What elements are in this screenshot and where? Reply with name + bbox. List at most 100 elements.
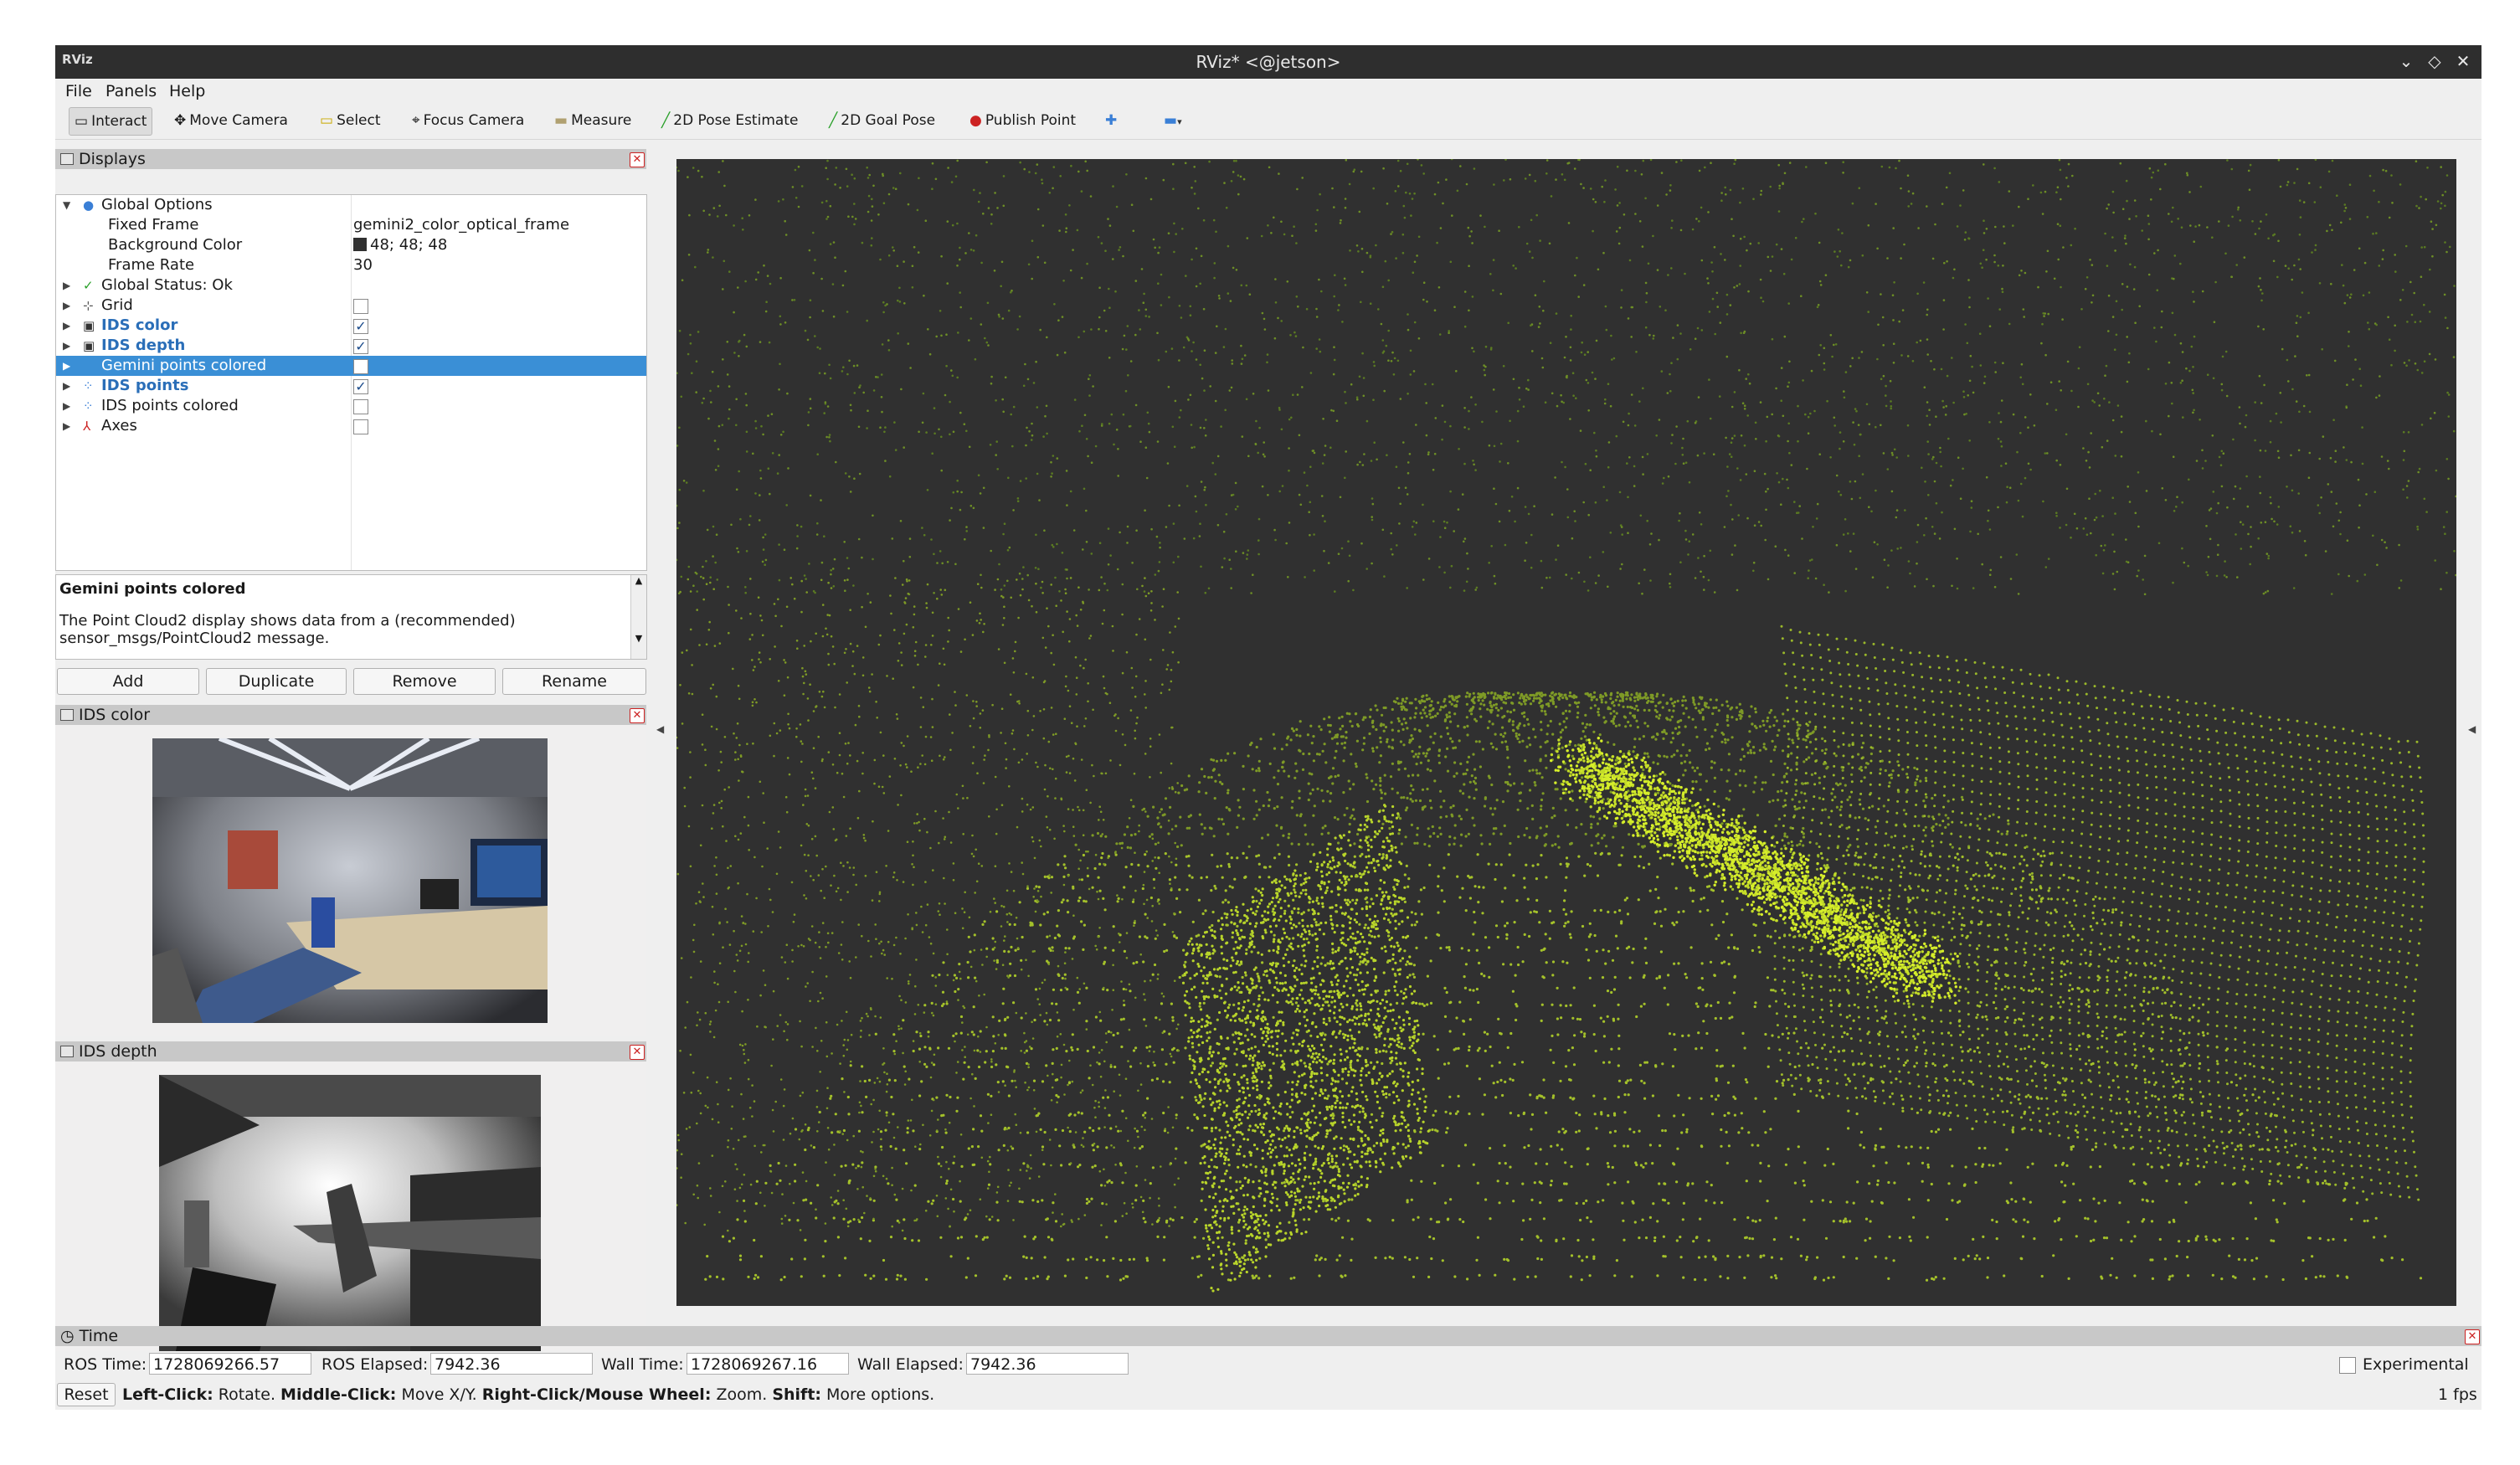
tree-row-frame-rate[interactable]: Frame Rate 30	[56, 255, 646, 275]
hint-right: Zoom.	[711, 1385, 773, 1404]
ros-time-label: ROS Time:	[64, 1355, 147, 1374]
close-icon[interactable]: ✕	[2451, 49, 2475, 73]
tree-row-ids-points[interactable]: ▶ ⁘ IDS points ✓	[56, 376, 646, 396]
interact-button[interactable]: ▭ Interact	[69, 107, 153, 136]
experimental-checkbox[interactable]	[2339, 1357, 2356, 1374]
close-panel-icon[interactable]: ✕	[630, 708, 645, 723]
minus-icon: ▬	[1164, 112, 1178, 129]
collapsed-arrow-icon[interactable]: ▶	[63, 396, 70, 416]
close-panel-icon[interactable]: ✕	[630, 1045, 645, 1060]
hint-right-key: Right-Click/Mouse Wheel:	[481, 1385, 712, 1404]
interact-label: Interact	[91, 113, 147, 130]
minimize-icon[interactable]: ⌄	[2394, 49, 2418, 73]
rviz-window: RViz RViz* <@jetson> ⌄ ◇ ✕ File Panels H…	[55, 45, 2481, 1410]
mouse-hints: Left-Click: Rotate. Middle-Click: Move X…	[122, 1383, 934, 1406]
add-button[interactable]: Add	[57, 668, 199, 695]
menu-help[interactable]: Help	[169, 82, 205, 100]
display-description: Gemini points colored The Point Cloud2 d…	[55, 574, 647, 660]
tree-row-background-color[interactable]: Background Color 48; 48; 48	[56, 235, 646, 255]
pose-estimate-button[interactable]: ╱ 2D Pose Estimate	[656, 107, 803, 134]
publish-point-button[interactable]: ● Publish Point	[964, 107, 1081, 134]
point-cloud-render[interactable]	[676, 159, 2456, 1306]
wall-time-field[interactable]: 1728069267.16	[687, 1353, 849, 1375]
goal-pose-button[interactable]: ╱ 2D Goal Pose	[824, 107, 940, 134]
tree-row-gemini-points[interactable]: ▶ Gemini points colored	[56, 356, 646, 376]
move-camera-button[interactable]: ✥ Move Camera	[169, 107, 293, 134]
ids-color-image	[152, 738, 548, 1023]
collapsed-arrow-icon[interactable]: ▶	[63, 416, 70, 436]
global-status-label: Global Status: Ok	[101, 276, 233, 294]
background-color-value[interactable]: 48; 48; 48	[353, 235, 447, 255]
menu-file[interactable]: File	[65, 82, 92, 100]
globe-icon: ●	[83, 198, 95, 213]
select-button[interactable]: ▭ Select	[315, 107, 386, 134]
collapsed-arrow-icon[interactable]: ▶	[63, 336, 70, 356]
collapsed-arrow-icon[interactable]: ▶	[63, 296, 70, 316]
tree-row-grid[interactable]: ▶ ⊹ Grid	[56, 296, 646, 316]
expanded-arrow-icon[interactable]: ▼	[63, 195, 70, 215]
hint-middle: Move X/Y.	[396, 1385, 482, 1404]
monitor-icon	[60, 153, 74, 165]
ids-color-panel-title: IDS color	[79, 706, 151, 724]
axes-icon: ⅄	[83, 419, 91, 434]
ids-color-panel-header: IDS color ✕	[55, 705, 646, 725]
ids-depth-checkbox[interactable]: ✓	[353, 339, 368, 354]
duplicate-button[interactable]: Duplicate	[206, 668, 347, 695]
tree-row-ids-points-colored[interactable]: ▶ ⁘ IDS points colored	[56, 396, 646, 416]
move-camera-icon: ✥	[174, 112, 187, 129]
gemini-points-checkbox[interactable]	[353, 359, 368, 374]
ids-depth-label: IDS depth	[101, 337, 186, 354]
ros-time-field[interactable]: 1728069266.57	[149, 1353, 311, 1375]
wall-elapsed-field[interactable]: 7942.36	[966, 1353, 1129, 1375]
clock-icon: ◷	[60, 1327, 75, 1345]
background-color-label: Background Color	[108, 236, 243, 254]
ros-elapsed-label: ROS Elapsed:	[321, 1355, 429, 1374]
background-color-text: 48; 48; 48	[370, 236, 448, 254]
3d-viewport[interactable]	[676, 159, 2456, 1306]
remove-button[interactable]: Remove	[353, 668, 496, 695]
tree-row-ids-depth[interactable]: ▶ ▣ IDS depth ✓	[56, 336, 646, 356]
grid-checkbox[interactable]	[353, 299, 368, 314]
collapsed-arrow-icon[interactable]: ▶	[63, 376, 70, 396]
collapsed-arrow-icon[interactable]: ▶	[63, 316, 70, 336]
axes-checkbox[interactable]	[353, 419, 368, 434]
ids-points-colored-checkbox[interactable]	[353, 399, 368, 414]
description-scrollbar[interactable]: ▲ ▼	[630, 575, 646, 659]
close-panel-icon[interactable]: ✕	[630, 152, 645, 167]
fps-indicator: 1 fps	[2438, 1385, 2477, 1404]
remove-tool-button[interactable]: ▬▾	[1159, 107, 1187, 134]
dropdown-icon: ▾	[1177, 116, 1182, 127]
tree-row-global-options[interactable]: ▼ ● Global Options	[56, 195, 646, 215]
wall-time-label: Wall Time:	[601, 1355, 684, 1374]
add-tool-button[interactable]: ✚	[1100, 107, 1122, 134]
displays-title: Displays	[79, 150, 146, 168]
map-pin-icon: ●	[969, 112, 982, 129]
frame-rate-value[interactable]: 30	[353, 255, 373, 275]
gemini-points-label: Gemini points colored	[101, 357, 267, 374]
rename-button[interactable]: Rename	[502, 668, 646, 695]
maximize-icon[interactable]: ◇	[2423, 49, 2446, 73]
menu-panels[interactable]: Panels	[105, 82, 157, 100]
collapse-left-arrow-icon[interactable]: ◀	[656, 723, 664, 735]
goal-pose-label: 2D Goal Pose	[841, 112, 936, 129]
ids-depth-image	[159, 1075, 541, 1351]
focus-camera-button[interactable]: ⌖ Focus Camera	[407, 107, 529, 134]
tree-row-global-status[interactable]: ▶ ✓ Global Status: Ok	[56, 275, 646, 296]
close-panel-icon[interactable]: ✕	[2465, 1329, 2480, 1344]
ids-color-checkbox[interactable]: ✓	[353, 319, 368, 334]
fixed-frame-value[interactable]: gemini2_color_optical_frame	[353, 215, 569, 235]
tree-row-fixed-frame[interactable]: Fixed Frame gemini2_color_optical_frame	[56, 215, 646, 235]
collapse-right-arrow-icon[interactable]: ◀	[2468, 723, 2476, 735]
ros-elapsed-field[interactable]: 7942.36	[430, 1353, 593, 1375]
reset-button[interactable]: Reset	[57, 1383, 116, 1406]
tree-row-axes[interactable]: ▶ ⅄ Axes	[56, 416, 646, 436]
displays-panel-header: Displays ✕	[55, 149, 646, 169]
tree-row-ids-color[interactable]: ▶ ▣ IDS color ✓	[56, 316, 646, 336]
ids-points-checkbox[interactable]: ✓	[353, 379, 368, 394]
collapsed-arrow-icon[interactable]: ▶	[63, 275, 70, 296]
collapsed-arrow-icon[interactable]: ▶	[63, 356, 70, 376]
measure-button[interactable]: ▬ Measure	[549, 107, 636, 134]
measure-label: Measure	[571, 112, 632, 129]
arrow-green-icon: ╱	[661, 112, 671, 129]
ids-color-label: IDS color	[101, 316, 178, 334]
